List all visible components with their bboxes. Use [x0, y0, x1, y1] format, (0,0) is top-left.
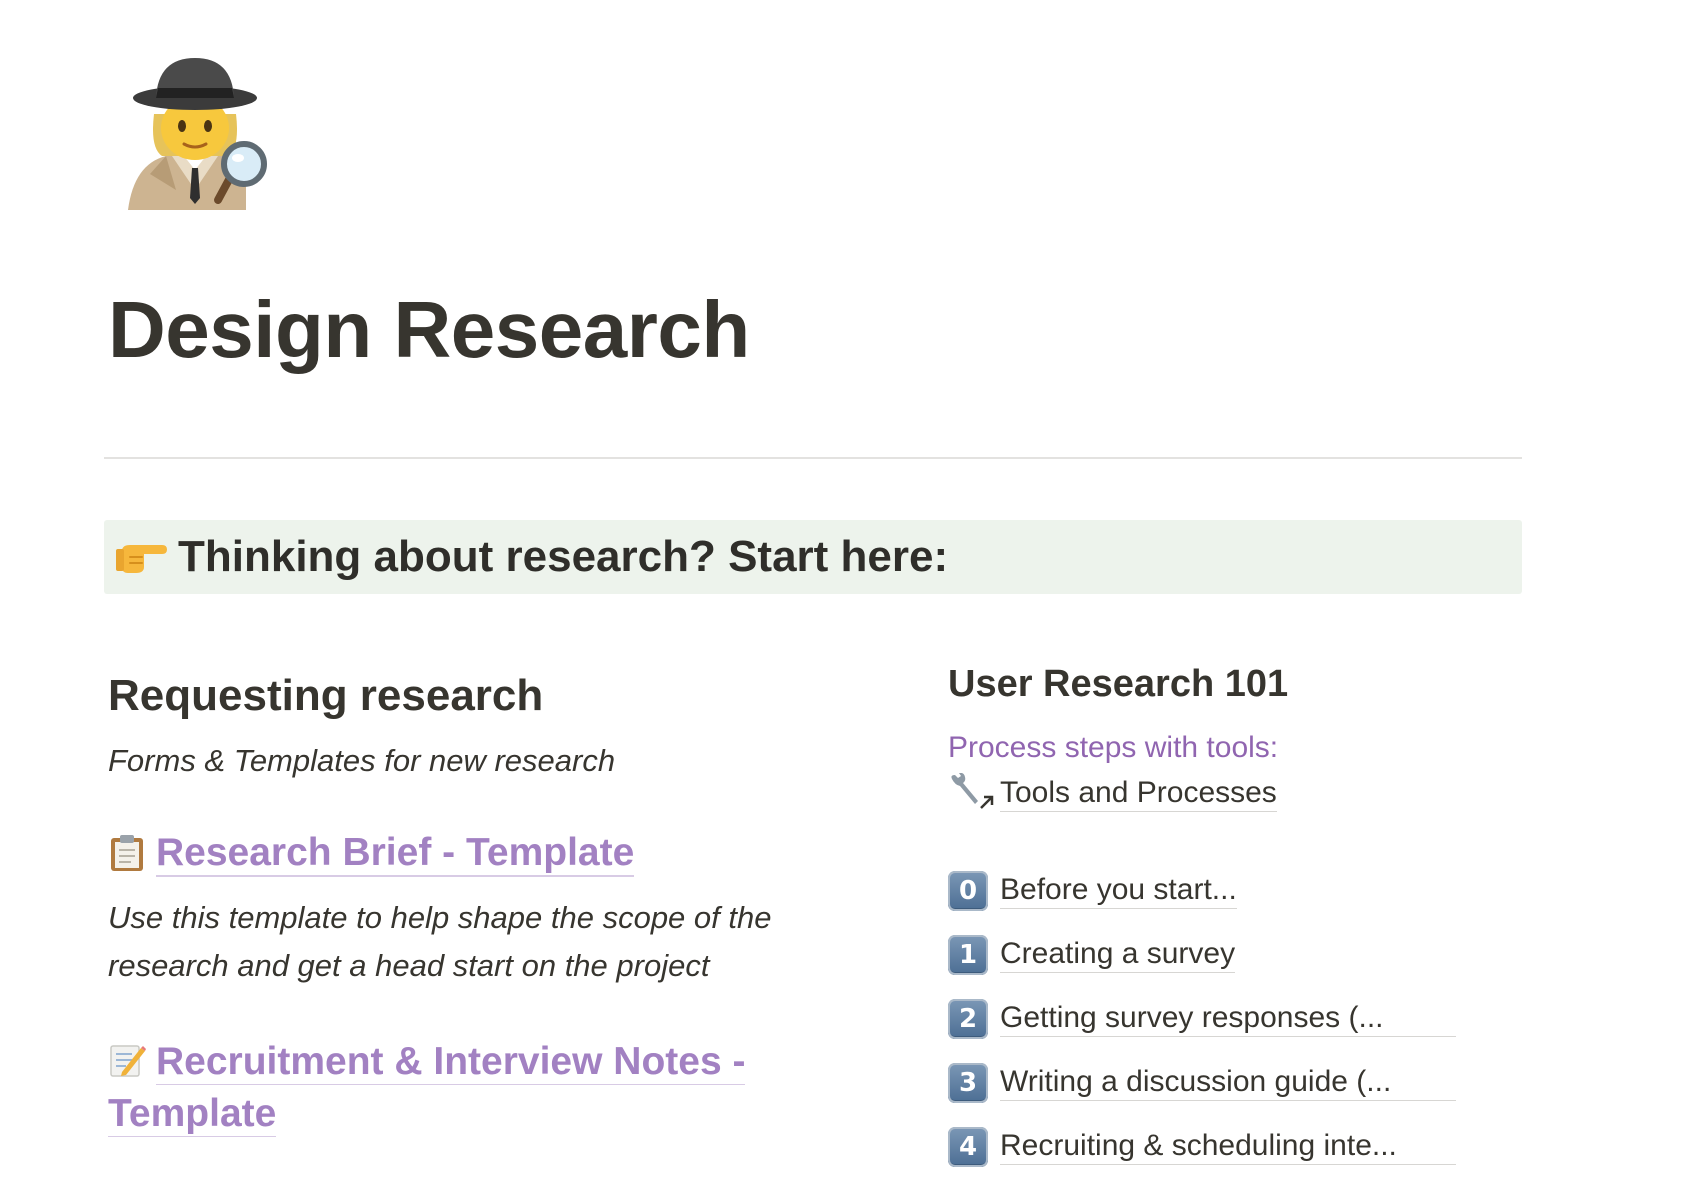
keycap-1-icon: 1 [948, 934, 988, 975]
research-brief-template-label[interactable]: Research Brief - Template [156, 831, 635, 878]
keycap-2-icon: 2 [948, 998, 988, 1039]
step-label[interactable]: Writing a discussion guide (... [1000, 1065, 1456, 1101]
keycap-3-icon: 3 [948, 1062, 988, 1103]
tools-and-processes-label[interactable]: Tools and Processes [1000, 776, 1277, 812]
step-item[interactable]: 0 Before you start... [948, 859, 1548, 923]
recruitment-notes-label-line1[interactable]: Recruitment & Interview Notes - [156, 1039, 746, 1085]
keycap-4-icon: 4 [948, 1126, 988, 1167]
step-item[interactable]: 3 Writing a discussion guide (... [948, 1051, 1548, 1115]
step-label[interactable]: Creating a survey [1000, 937, 1236, 973]
requesting-research-heading: Requesting research [108, 671, 544, 720]
step-item[interactable]: 1 Creating a survey [948, 923, 1548, 987]
steps-list: 0 Before you start... 1 Creating a surve… [948, 859, 1548, 1179]
clipboard-icon [108, 834, 146, 872]
notion-page: Design Research Thinking about research?… [0, 0, 1698, 1188]
research-brief-link-row[interactable]: Research Brief - Template [108, 827, 848, 880]
step-label[interactable]: Getting survey responses (... [1000, 1001, 1456, 1037]
left-column: Requesting research Forms & Templates fo… [108, 670, 848, 1141]
divider [104, 457, 1522, 459]
callout-text: Thinking about research? Start here: [178, 532, 949, 581]
wrench-link-icon [948, 772, 994, 815]
pointing-right-icon[interactable] [116, 537, 168, 577]
step-item[interactable]: 2 Getting survey responses (... [948, 987, 1548, 1051]
process-steps-label: Process steps with tools: [948, 730, 1279, 764]
step-item[interactable]: 4 Recruiting & scheduling inte... [948, 1115, 1548, 1179]
callout-block[interactable]: Thinking about research? Start here: [104, 520, 1522, 594]
detective-icon[interactable] [120, 52, 270, 212]
research-brief-description: Use this template to help shape the scop… [108, 899, 772, 983]
requesting-research-subtitle: Forms & Templates for new research [108, 742, 616, 778]
research-brief-template-link[interactable]: Research Brief - Template [156, 827, 635, 880]
step-label[interactable]: Before you start... [1000, 873, 1237, 909]
keycap-0-icon: 0 [948, 870, 988, 911]
page-title[interactable]: Design Research [108, 290, 750, 370]
recruitment-notes-link[interactable]: Recruitment & Interview Notes - Template [108, 1036, 808, 1141]
memo-icon [108, 1040, 146, 1078]
right-column: User Research 101 Process steps with too… [948, 662, 1548, 1179]
step-label[interactable]: Recruiting & scheduling inte... [1000, 1129, 1456, 1165]
user-research-101-heading: User Research 101 [948, 663, 1289, 705]
recruitment-notes-label-line2[interactable]: Template [108, 1092, 277, 1138]
tools-and-processes-link[interactable]: Tools and Processes [948, 772, 1548, 815]
